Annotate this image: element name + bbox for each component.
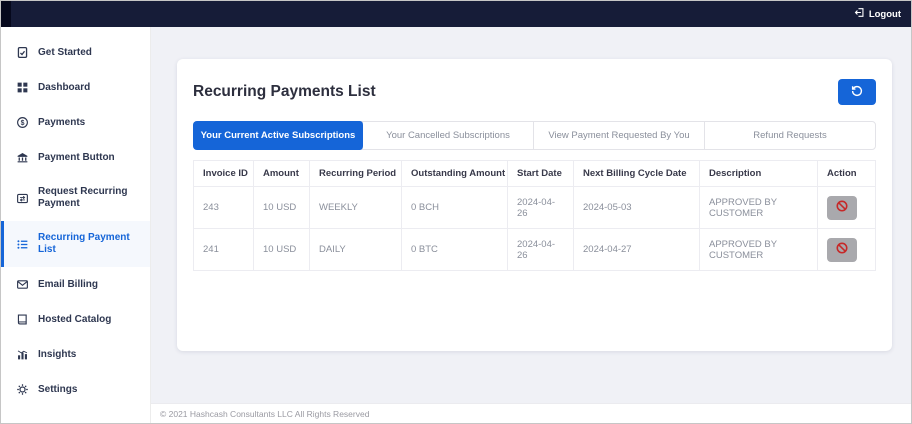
sidebar-item-label: Get Started [38,46,92,58]
copyright-text: © 2021 Hashcash Consultants LLC All Righ… [160,408,370,419]
cell-amount: 10 USD [253,228,310,271]
cell-start-date: 2024-04-26 [507,186,574,229]
page-title: Recurring Payments List [193,83,376,100]
tab-cancelled-subscriptions[interactable]: Your Cancelled Subscriptions [363,122,534,149]
sidebar-item-label: Payments [38,116,86,128]
table-header-row: Invoice ID Amount Recurring Period Outst… [193,160,876,187]
dollar-circle-icon: $ [16,116,29,129]
cell-recurring-period: WEEKLY [309,186,402,229]
table-row: 243 10 USD WEEKLY 0 BCH 2024-04-26 2024-… [193,186,876,229]
cell-next-billing-cycle-date: 2024-05-03 [573,186,700,229]
sidebar-item-payments[interactable]: $ Payments [1,105,150,140]
sidebar-item-settings[interactable]: Settings [1,372,150,407]
cell-outstanding-amount: 0 BCH [401,186,508,229]
logout-button[interactable]: Logout [854,7,901,21]
sidebar-item-insights[interactable]: Insights [1,337,150,372]
main-content: Recurring Payments List Your Current Act… [151,27,911,423]
cell-description: APPROVED BY CUSTOMER [699,228,818,271]
col-outstanding-amount: Outstanding Amount [401,160,508,187]
cancel-subscription-button[interactable] [827,195,857,220]
block-icon [835,199,849,216]
history-icon [850,84,864,101]
tab-payment-requested-by-you[interactable]: View Payment Requested By You [534,122,705,149]
list-icon [16,238,29,251]
sidebar-item-dashboard[interactable]: Dashboard [1,70,150,105]
cancel-subscription-button[interactable] [827,237,857,262]
sidebar-item-request-recurring-payment[interactable]: Request Recurring Payment [1,175,150,221]
tab-refund-requests[interactable]: Refund Requests [705,122,875,149]
transfer-card-icon [16,192,29,205]
col-description: Description [699,160,818,187]
cell-next-billing-cycle-date: 2024-04-27 [573,228,700,271]
subscriptions-table: Invoice ID Amount Recurring Period Outst… [193,160,876,271]
sidebar-item-label: Settings [38,383,78,395]
col-action: Action [817,160,876,187]
envelope-icon [16,278,29,291]
block-icon [835,241,849,258]
logout-label: Logout [868,8,901,20]
logo [1,1,11,27]
cell-invoice-id: 243 [193,186,254,229]
tab-current-active-subscriptions[interactable]: Your Current Active Subscriptions [193,121,364,150]
col-recurring-period: Recurring Period [309,160,402,187]
cell-action [817,228,876,271]
sidebar-item-payment-button[interactable]: Payment Button [1,140,150,175]
sidebar-item-label: Insights [38,348,77,360]
app-window: Logout Get Started Dashboard $ Payments … [0,0,912,424]
sidebar: Get Started Dashboard $ Payments Payment… [1,27,151,423]
clipboard-check-icon [16,46,29,59]
col-next-billing-cycle-date: Next Billing Cycle Date [573,160,700,187]
cell-invoice-id: 241 [193,228,254,271]
history-button[interactable] [838,79,876,105]
table-row: 241 10 USD DAILY 0 BTC 2024-04-26 2024-0… [193,228,876,271]
sidebar-item-label: Email Billing [38,278,99,290]
cell-recurring-period: DAILY [309,228,402,271]
cell-start-date: 2024-04-26 [507,228,574,271]
bank-icon [16,151,29,164]
sidebar-item-hosted-catalog[interactable]: Hosted Catalog [1,302,150,337]
recurring-payments-card: Recurring Payments List Your Current Act… [177,59,892,351]
grid-icon [16,81,29,94]
svg-text:$: $ [21,120,25,127]
sidebar-item-label: Recurring Payment List [38,232,130,255]
top-navbar: Logout [1,1,911,27]
gear-icon [16,383,29,396]
col-start-date: Start Date [507,160,574,187]
logout-icon [854,7,865,21]
col-amount: Amount [253,160,310,187]
cell-action [817,186,876,229]
col-invoice-id: Invoice ID [193,160,254,187]
cell-outstanding-amount: 0 BTC [401,228,508,271]
sidebar-item-label: Hosted Catalog [38,313,112,325]
sidebar-item-label: Dashboard [38,81,91,93]
cell-amount: 10 USD [253,186,310,229]
sidebar-item-recurring-payment-list[interactable]: Recurring Payment List [1,221,150,267]
sidebar-item-get-started[interactable]: Get Started [1,35,150,70]
copyright-footer: © 2021 Hashcash Consultants LLC All Righ… [151,403,911,423]
sidebar-item-label: Request Recurring Payment [38,186,128,209]
cell-description: APPROVED BY CUSTOMER [699,186,818,229]
sidebar-item-label: Payment Button [38,151,115,163]
sidebar-item-email-billing[interactable]: Email Billing [1,267,150,302]
bar-chart-icon [16,348,29,361]
book-icon [16,313,29,326]
subscription-tabs: Your Current Active Subscriptions Your C… [193,121,876,150]
